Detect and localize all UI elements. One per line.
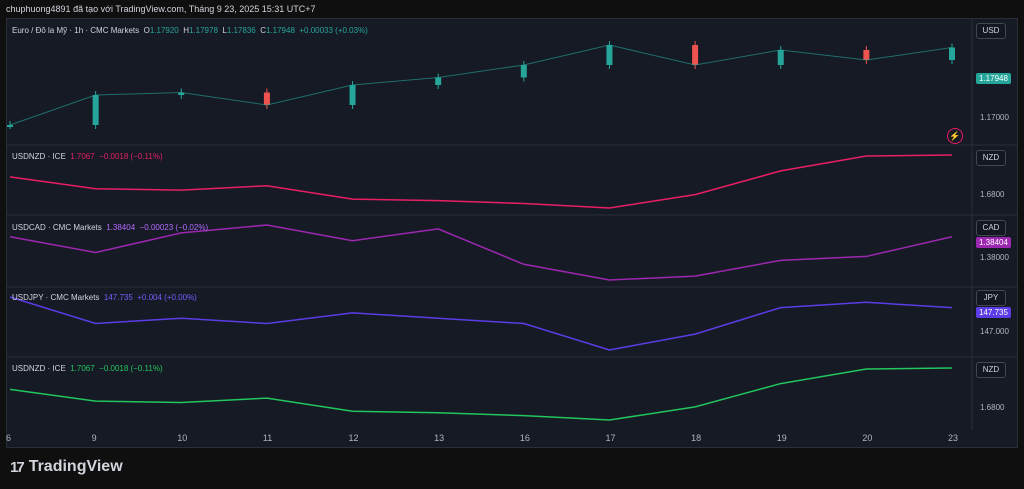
main-change: +0.00033 (+0.03%) bbox=[299, 26, 368, 35]
pane-4-axis-tick: 1.6800 bbox=[980, 403, 1005, 412]
tv-logo-icon: 17 bbox=[10, 458, 25, 476]
pane-2-value: 1.38404 bbox=[106, 223, 136, 232]
candle bbox=[949, 47, 955, 60]
pane-4-symbol: USDNZD · ICE bbox=[12, 364, 66, 373]
last-price-tag: 1.17948 bbox=[976, 73, 1011, 84]
candle bbox=[606, 45, 613, 65]
low-value: 1.17836 bbox=[226, 26, 256, 35]
close-value: 1.17948 bbox=[265, 26, 295, 35]
tradingview-logo[interactable]: 17 TradingView bbox=[10, 458, 123, 476]
pane-2-legend: USDCAD · CMC Markets 1.38404 −0.00023 (−… bbox=[12, 223, 208, 232]
candle bbox=[349, 85, 356, 105]
currency-button-nzd-2[interactable]: NZD bbox=[976, 362, 1006, 378]
main-series-line bbox=[9, 44, 953, 126]
candle bbox=[520, 65, 527, 78]
x-tick-label: 20 bbox=[862, 433, 873, 443]
x-tick-label: 6 bbox=[6, 433, 12, 443]
currency-button-jpy[interactable]: JPY bbox=[976, 290, 1006, 306]
main-pane-title: Euro / Đô la Mỹ · 1h · CMC Markets bbox=[12, 26, 140, 35]
candle bbox=[7, 125, 13, 127]
pane-3-change: +0.004 (+0.00%) bbox=[137, 293, 197, 302]
series-line-pane-2 bbox=[9, 224, 953, 281]
series-line-pane-1 bbox=[9, 154, 953, 209]
candle bbox=[863, 50, 870, 60]
pane-3-symbol: USDJPY · CMC Markets bbox=[12, 293, 100, 302]
candle bbox=[92, 95, 99, 125]
x-tick-label: 12 bbox=[348, 433, 359, 443]
candle bbox=[692, 45, 699, 65]
main-axis-tick: 1.17000 bbox=[980, 113, 1009, 122]
chart-canvas[interactable] bbox=[0, 0, 1024, 489]
x-tick-label: 13 bbox=[434, 433, 445, 443]
x-tick-label: 10 bbox=[177, 433, 188, 443]
currency-button-cad[interactable]: CAD bbox=[976, 220, 1006, 236]
candle bbox=[777, 50, 784, 65]
pane-4-legend: USDNZD · ICE 1.7067 −0.0018 (−0.11%) bbox=[12, 364, 163, 373]
pane-1-axis-tick: 1.6800 bbox=[980, 190, 1005, 199]
x-tick-label: 9 bbox=[91, 433, 97, 443]
pane-2-change: −0.00023 (−0.02%) bbox=[139, 223, 209, 232]
pane-3-price-tag: 147.735 bbox=[976, 307, 1011, 318]
main-pane-legend: Euro / Đô la Mỹ · 1h · CMC Markets O1.17… bbox=[12, 26, 368, 35]
series-line-pane-3 bbox=[9, 296, 953, 351]
series-line-pane-4 bbox=[9, 367, 953, 421]
x-tick-label: 23 bbox=[948, 433, 959, 443]
pane-4-value: 1.7067 bbox=[70, 364, 95, 373]
x-tick-label: 16 bbox=[519, 433, 530, 443]
pane-2-symbol: USDCAD · CMC Markets bbox=[12, 223, 102, 232]
x-tick-label: 19 bbox=[776, 433, 787, 443]
open-value: 1.17920 bbox=[149, 26, 179, 35]
currency-button-usd[interactable]: USD bbox=[976, 23, 1006, 39]
pane-3-value: 147.735 bbox=[103, 293, 133, 302]
pane-1-legend: USDNZD · ICE 1.7067 −0.0018 (−0.11%) bbox=[12, 152, 163, 161]
pane-2-axis-tick: 1.38000 bbox=[980, 253, 1009, 262]
x-tick-label: 17 bbox=[605, 433, 616, 443]
pane-3-axis-tick: 147.000 bbox=[980, 327, 1009, 336]
pane-3-legend: USDJPY · CMC Markets 147.735 +0.004 (+0.… bbox=[12, 293, 197, 302]
candle bbox=[263, 92, 270, 105]
currency-button-nzd[interactable]: NZD bbox=[976, 150, 1006, 166]
pane-4-change: −0.0018 (−0.11%) bbox=[99, 364, 163, 373]
brand-name: TradingView bbox=[28, 458, 123, 475]
pane-1-value: 1.7067 bbox=[70, 152, 95, 161]
pane-1-symbol: USDNZD · ICE bbox=[12, 152, 66, 161]
pane-2-price-tag: 1.38404 bbox=[976, 237, 1011, 248]
x-tick-label: 18 bbox=[691, 433, 702, 443]
high-value: 1.17978 bbox=[188, 26, 218, 35]
lightning-icon[interactable]: ⚡ bbox=[947, 128, 963, 144]
x-tick-label: 11 bbox=[262, 433, 273, 443]
candle bbox=[435, 77, 442, 85]
pane-1-change: −0.0018 (−0.11%) bbox=[99, 152, 163, 161]
